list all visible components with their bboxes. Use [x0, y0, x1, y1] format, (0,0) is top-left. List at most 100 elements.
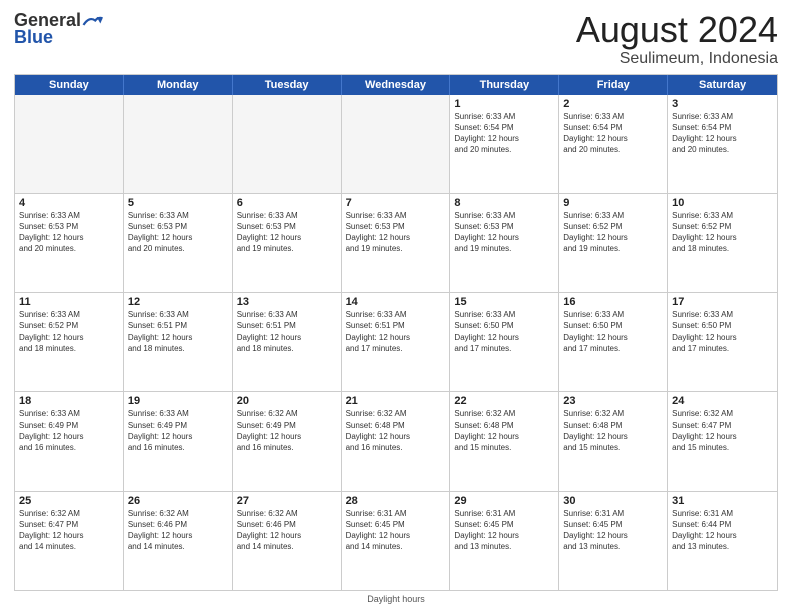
day-number-4-4: 29: [454, 495, 554, 507]
cal-cell-2-6: 17Sunrise: 6:33 AM Sunset: 6:50 PM Dayli…: [668, 293, 777, 391]
day-number-4-0: 25: [19, 495, 119, 507]
cal-cell-0-5: 2Sunrise: 6:33 AM Sunset: 6:54 PM Daylig…: [559, 95, 668, 193]
day-number-3-6: 24: [672, 395, 773, 407]
day-number-1-3: 7: [346, 197, 446, 209]
cell-info-2-3: Sunrise: 6:33 AM Sunset: 6:51 PM Dayligh…: [346, 309, 446, 354]
cal-cell-3-0: 18Sunrise: 6:33 AM Sunset: 6:49 PM Dayli…: [15, 392, 124, 490]
cal-cell-3-4: 22Sunrise: 6:32 AM Sunset: 6:48 PM Dayli…: [450, 392, 559, 490]
cal-cell-0-1: [124, 95, 233, 193]
cal-cell-2-1: 12Sunrise: 6:33 AM Sunset: 6:51 PM Dayli…: [124, 293, 233, 391]
cal-cell-0-0: [15, 95, 124, 193]
cal-cell-1-3: 7Sunrise: 6:33 AM Sunset: 6:53 PM Daylig…: [342, 194, 451, 292]
day-number-4-3: 28: [346, 495, 446, 507]
cell-info-2-4: Sunrise: 6:33 AM Sunset: 6:50 PM Dayligh…: [454, 309, 554, 354]
day-number-3-0: 18: [19, 395, 119, 407]
cal-cell-4-1: 26Sunrise: 6:32 AM Sunset: 6:46 PM Dayli…: [124, 492, 233, 590]
cell-info-1-3: Sunrise: 6:33 AM Sunset: 6:53 PM Dayligh…: [346, 210, 446, 255]
cal-cell-1-1: 5Sunrise: 6:33 AM Sunset: 6:53 PM Daylig…: [124, 194, 233, 292]
cell-info-4-4: Sunrise: 6:31 AM Sunset: 6:45 PM Dayligh…: [454, 508, 554, 553]
cell-info-2-0: Sunrise: 6:33 AM Sunset: 6:52 PM Dayligh…: [19, 309, 119, 354]
cell-info-2-2: Sunrise: 6:33 AM Sunset: 6:51 PM Dayligh…: [237, 309, 337, 354]
day-number-3-2: 20: [237, 395, 337, 407]
cell-info-2-5: Sunrise: 6:33 AM Sunset: 6:50 PM Dayligh…: [563, 309, 663, 354]
day-number-2-0: 11: [19, 296, 119, 308]
day-number-2-6: 17: [672, 296, 773, 308]
subtitle: Seulimeum, Indonesia: [576, 50, 778, 68]
cal-cell-1-5: 9Sunrise: 6:33 AM Sunset: 6:52 PM Daylig…: [559, 194, 668, 292]
cal-cell-2-5: 16Sunrise: 6:33 AM Sunset: 6:50 PM Dayli…: [559, 293, 668, 391]
cell-info-4-6: Sunrise: 6:31 AM Sunset: 6:44 PM Dayligh…: [672, 508, 773, 553]
cell-info-3-6: Sunrise: 6:32 AM Sunset: 6:47 PM Dayligh…: [672, 408, 773, 453]
day-number-3-1: 19: [128, 395, 228, 407]
day-number-1-1: 5: [128, 197, 228, 209]
header-day-0: Sunday: [15, 75, 124, 95]
title-block: August 2024 Seulimeum, Indonesia: [576, 10, 778, 68]
main-title: August 2024: [576, 10, 778, 50]
cell-info-1-5: Sunrise: 6:33 AM Sunset: 6:52 PM Dayligh…: [563, 210, 663, 255]
cal-cell-4-5: 30Sunrise: 6:31 AM Sunset: 6:45 PM Dayli…: [559, 492, 668, 590]
cell-info-1-1: Sunrise: 6:33 AM Sunset: 6:53 PM Dayligh…: [128, 210, 228, 255]
day-number-3-4: 22: [454, 395, 554, 407]
calendar-row-0: 1Sunrise: 6:33 AM Sunset: 6:54 PM Daylig…: [15, 95, 777, 194]
day-number-4-1: 26: [128, 495, 228, 507]
day-number-0-6: 3: [672, 98, 773, 110]
day-number-1-5: 9: [563, 197, 663, 209]
header-day-5: Friday: [559, 75, 668, 95]
cal-cell-3-1: 19Sunrise: 6:33 AM Sunset: 6:49 PM Dayli…: [124, 392, 233, 490]
cal-cell-4-6: 31Sunrise: 6:31 AM Sunset: 6:44 PM Dayli…: [668, 492, 777, 590]
cal-cell-0-3: [342, 95, 451, 193]
cell-info-4-1: Sunrise: 6:32 AM Sunset: 6:46 PM Dayligh…: [128, 508, 228, 553]
day-number-4-5: 30: [563, 495, 663, 507]
cal-cell-4-2: 27Sunrise: 6:32 AM Sunset: 6:46 PM Dayli…: [233, 492, 342, 590]
cell-info-1-0: Sunrise: 6:33 AM Sunset: 6:53 PM Dayligh…: [19, 210, 119, 255]
cell-info-3-3: Sunrise: 6:32 AM Sunset: 6:48 PM Dayligh…: [346, 408, 446, 453]
cell-info-4-5: Sunrise: 6:31 AM Sunset: 6:45 PM Dayligh…: [563, 508, 663, 553]
day-number-3-3: 21: [346, 395, 446, 407]
cell-info-3-5: Sunrise: 6:32 AM Sunset: 6:48 PM Dayligh…: [563, 408, 663, 453]
day-number-1-0: 4: [19, 197, 119, 209]
cal-cell-2-0: 11Sunrise: 6:33 AM Sunset: 6:52 PM Dayli…: [15, 293, 124, 391]
footer-note: Daylight hours: [14, 594, 778, 604]
day-number-2-1: 12: [128, 296, 228, 308]
day-number-2-5: 16: [563, 296, 663, 308]
cal-cell-4-3: 28Sunrise: 6:31 AM Sunset: 6:45 PM Dayli…: [342, 492, 451, 590]
cell-info-3-4: Sunrise: 6:32 AM Sunset: 6:48 PM Dayligh…: [454, 408, 554, 453]
logo: General Blue: [14, 10, 104, 48]
day-number-0-4: 1: [454, 98, 554, 110]
cell-info-4-0: Sunrise: 6:32 AM Sunset: 6:47 PM Dayligh…: [19, 508, 119, 553]
cal-cell-1-6: 10Sunrise: 6:33 AM Sunset: 6:52 PM Dayli…: [668, 194, 777, 292]
cal-cell-0-2: [233, 95, 342, 193]
cal-cell-2-2: 13Sunrise: 6:33 AM Sunset: 6:51 PM Dayli…: [233, 293, 342, 391]
cell-info-0-4: Sunrise: 6:33 AM Sunset: 6:54 PM Dayligh…: [454, 111, 554, 156]
cell-info-3-0: Sunrise: 6:33 AM Sunset: 6:49 PM Dayligh…: [19, 408, 119, 453]
cal-cell-3-3: 21Sunrise: 6:32 AM Sunset: 6:48 PM Dayli…: [342, 392, 451, 490]
header-day-1: Monday: [124, 75, 233, 95]
header-day-2: Tuesday: [233, 75, 342, 95]
cal-cell-3-6: 24Sunrise: 6:32 AM Sunset: 6:47 PM Dayli…: [668, 392, 777, 490]
day-number-1-2: 6: [237, 197, 337, 209]
day-number-1-6: 10: [672, 197, 773, 209]
cal-cell-4-4: 29Sunrise: 6:31 AM Sunset: 6:45 PM Dayli…: [450, 492, 559, 590]
day-number-4-2: 27: [237, 495, 337, 507]
day-number-4-6: 31: [672, 495, 773, 507]
cal-cell-0-6: 3Sunrise: 6:33 AM Sunset: 6:54 PM Daylig…: [668, 95, 777, 193]
cell-info-4-2: Sunrise: 6:32 AM Sunset: 6:46 PM Dayligh…: [237, 508, 337, 553]
cal-cell-0-4: 1Sunrise: 6:33 AM Sunset: 6:54 PM Daylig…: [450, 95, 559, 193]
cal-cell-4-0: 25Sunrise: 6:32 AM Sunset: 6:47 PM Dayli…: [15, 492, 124, 590]
cell-info-1-6: Sunrise: 6:33 AM Sunset: 6:52 PM Dayligh…: [672, 210, 773, 255]
day-number-1-4: 8: [454, 197, 554, 209]
day-number-2-3: 14: [346, 296, 446, 308]
header: General Blue August 2024 Seulimeum, Indo…: [14, 10, 778, 68]
cell-info-3-1: Sunrise: 6:33 AM Sunset: 6:49 PM Dayligh…: [128, 408, 228, 453]
cal-cell-3-5: 23Sunrise: 6:32 AM Sunset: 6:48 PM Dayli…: [559, 392, 668, 490]
cal-cell-3-2: 20Sunrise: 6:32 AM Sunset: 6:49 PM Dayli…: [233, 392, 342, 490]
cell-info-3-2: Sunrise: 6:32 AM Sunset: 6:49 PM Dayligh…: [237, 408, 337, 453]
cell-info-1-2: Sunrise: 6:33 AM Sunset: 6:53 PM Dayligh…: [237, 210, 337, 255]
day-number-2-2: 13: [237, 296, 337, 308]
cell-info-0-5: Sunrise: 6:33 AM Sunset: 6:54 PM Dayligh…: [563, 111, 663, 156]
header-day-3: Wednesday: [342, 75, 451, 95]
calendar-row-3: 18Sunrise: 6:33 AM Sunset: 6:49 PM Dayli…: [15, 392, 777, 491]
cal-cell-1-2: 6Sunrise: 6:33 AM Sunset: 6:53 PM Daylig…: [233, 194, 342, 292]
day-number-2-4: 15: [454, 296, 554, 308]
calendar-header: SundayMondayTuesdayWednesdayThursdayFrid…: [15, 75, 777, 95]
